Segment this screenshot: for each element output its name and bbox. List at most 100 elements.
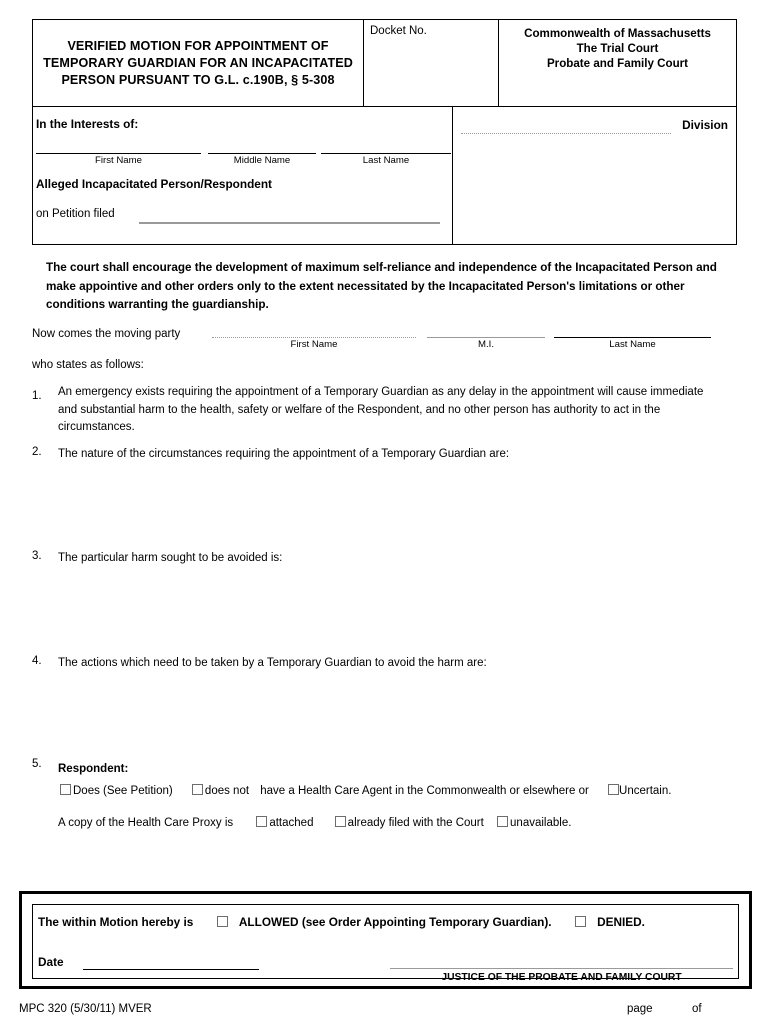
- checkbox-proxy-already-filed[interactable]: [334, 816, 346, 827]
- moving-party-label: Now comes the moving party: [32, 328, 181, 340]
- docket-number-field[interactable]: [370, 44, 492, 58]
- court-cell: Commonwealth of Massachusetts The Trial …: [499, 20, 736, 106]
- header-table: VERIFIED MOTION FOR APPOINTMENT OF TEMPO…: [32, 19, 737, 107]
- moving-party-mi-input[interactable]: [427, 324, 545, 336]
- alleged-incapacitated-person-label: Alleged Incapacitated Person/Respondent: [36, 177, 272, 191]
- petition-filed-input[interactable]: [142, 208, 436, 221]
- moving-party-last-name-slot: Last Name: [554, 337, 711, 357]
- respondent-last-name-input[interactable]: [321, 139, 451, 152]
- motion-item-3-answer-area[interactable]: [58, 570, 722, 646]
- court-line-trial-court: The Trial Court: [576, 42, 659, 55]
- instruction-paragraph: The court shall encourage the developmen…: [46, 261, 717, 311]
- court-name-block: Commonwealth of Massachusetts The Trial …: [524, 26, 711, 71]
- checkbox-allowed[interactable]: [216, 916, 228, 927]
- health-care-proxy-label: A copy of the Health Care Proxy is: [58, 817, 234, 829]
- moving-party-last-name-input[interactable]: [554, 324, 711, 336]
- order-date-rule: [83, 969, 259, 970]
- petition-filed-label: on Petition filed: [36, 208, 115, 220]
- form-page: VERIFIED MOTION FOR APPOINTMENT OF TEMPO…: [0, 0, 770, 1024]
- label-does-see-petition: Does (See Petition): [73, 785, 173, 797]
- order-date-input[interactable]: [87, 955, 257, 969]
- respondent-first-name-slot: First Name: [36, 153, 201, 175]
- respondent-last-name-slot: Last Name: [321, 153, 451, 175]
- footer-page-label: page: [627, 1003, 653, 1015]
- respondent-name-fields: First Name Middle Name Last Name: [36, 153, 451, 175]
- checkbox-does-see-petition[interactable]: [60, 784, 71, 795]
- division-input[interactable]: [461, 118, 668, 132]
- interests-label: In the Interests of:: [36, 117, 139, 131]
- motion-item-2-answer-area[interactable]: [58, 466, 722, 542]
- docket-label: Docket No.: [370, 25, 427, 37]
- docket-cell: Docket No.: [364, 20, 499, 106]
- motion-item-3-number: 3.: [32, 550, 42, 562]
- petition-filed-rule: [139, 222, 440, 224]
- label-does-not: does not: [204, 785, 250, 797]
- order-box: The within Motion hereby is ALLOWED (see…: [19, 891, 752, 989]
- moving-party-last-name-caption: Last Name: [609, 339, 656, 350]
- moving-party-first-name-input[interactable]: [212, 324, 416, 336]
- footer-of-label: of: [692, 1003, 702, 1015]
- health-care-agent-text: have a Health Care Agent in the Commonwe…: [260, 785, 589, 797]
- respondent-first-name-input[interactable]: [36, 139, 201, 152]
- moving-party-mi-caption: M.I.: [478, 339, 494, 350]
- moving-party-mi-rule: [427, 337, 545, 338]
- motion-item-1-text: An emergency exists requiring the appoin…: [58, 386, 704, 433]
- form-code-footer: MPC 320 (5/30/11) MVER: [19, 1003, 152, 1015]
- interests-left-cell: In the Interests of: First Name Middle N…: [33, 107, 453, 244]
- justice-signature-rule: [390, 968, 733, 969]
- label-proxy-already-filed: already filed with the Court: [347, 817, 484, 829]
- interests-table: In the Interests of: First Name Middle N…: [32, 107, 737, 245]
- order-disposition-row: The within Motion hereby is ALLOWED (see…: [38, 915, 733, 929]
- motion-item-2-text: The nature of the circumstances requirin…: [58, 448, 510, 460]
- who-states-label: who states as follows:: [32, 359, 144, 371]
- motion-item-1-number: 1.: [32, 390, 42, 402]
- division-row: Division: [461, 118, 728, 138]
- health-care-agent-line: Does (See Petition) does not have a Heal…: [58, 784, 722, 797]
- order-date-label: Date: [38, 955, 64, 969]
- motion-item-4-number: 4.: [32, 655, 42, 667]
- respondent-middle-name-input[interactable]: [208, 139, 316, 152]
- moving-party-first-name-rule: [212, 337, 416, 338]
- court-line-commonwealth: Commonwealth of Massachusetts: [524, 27, 711, 40]
- respondent-first-name-rule: [36, 153, 201, 154]
- moving-party-last-name-rule: [554, 337, 711, 338]
- petition-filed-row: on Petition filed: [36, 208, 446, 224]
- division-rule: [461, 133, 671, 134]
- label-proxy-unavailable: unavailable.: [510, 817, 572, 829]
- moving-party-row: Now comes the moving party First Name M.…: [32, 328, 722, 354]
- respondent-section-title: Respondent:: [58, 763, 129, 775]
- header-title-cell: VERIFIED MOTION FOR APPOINTMENT OF TEMPO…: [33, 20, 364, 106]
- justice-signature-field[interactable]: [390, 951, 733, 967]
- respondent-last-name-caption: Last Name: [362, 155, 410, 166]
- label-proxy-attached: attached: [269, 817, 314, 829]
- respondent-middle-name-rule: [208, 153, 316, 154]
- division-cell: Division: [453, 107, 736, 244]
- order-lead-text: The within Motion hereby is: [38, 915, 194, 929]
- order-box-inner: The within Motion hereby is ALLOWED (see…: [32, 904, 739, 983]
- motion-item-4-text: The actions which need to be taken by a …: [58, 657, 487, 669]
- justice-signature-caption: JUSTICE OF THE PROBATE AND FAMILY COURT: [441, 972, 682, 983]
- respondent-first-name-caption: First Name: [95, 155, 142, 166]
- moving-party-first-name-caption: First Name: [290, 339, 338, 350]
- division-label: Division: [682, 118, 728, 132]
- checkbox-denied[interactable]: [574, 916, 586, 927]
- checkbox-does-not[interactable]: [191, 784, 203, 795]
- motion-item-2-number: 2.: [32, 446, 42, 458]
- motion-item-3-text: The particular harm sought to be avoided…: [58, 552, 283, 564]
- respondent-middle-name-caption: Middle Name: [233, 155, 291, 166]
- moving-party-mi-slot: M.I.: [427, 337, 545, 357]
- court-line-probate-family: Probate and Family Court: [546, 57, 689, 70]
- moving-party-first-name-slot: First Name: [212, 337, 416, 357]
- respondent-last-name-rule: [321, 153, 451, 154]
- motion-item-4-answer-area[interactable]: [58, 675, 722, 745]
- label-allowed: ALLOWED (see Order Appointing Temporary …: [238, 915, 552, 929]
- label-uncertain: Uncertain.: [619, 785, 672, 797]
- label-denied: DENIED.: [597, 915, 645, 929]
- respondent-middle-name-slot: Middle Name: [208, 153, 316, 175]
- checkbox-proxy-attached[interactable]: [256, 816, 268, 827]
- checkbox-uncertain[interactable]: [608, 784, 620, 795]
- checkbox-proxy-unavailable[interactable]: [497, 816, 509, 827]
- motion-item-5-number: 5.: [32, 758, 42, 770]
- health-care-proxy-line: A copy of the Health Care Proxy is attac…: [58, 816, 722, 829]
- page-title: VERIFIED MOTION FOR APPOINTMENT OF TEMPO…: [43, 38, 353, 87]
